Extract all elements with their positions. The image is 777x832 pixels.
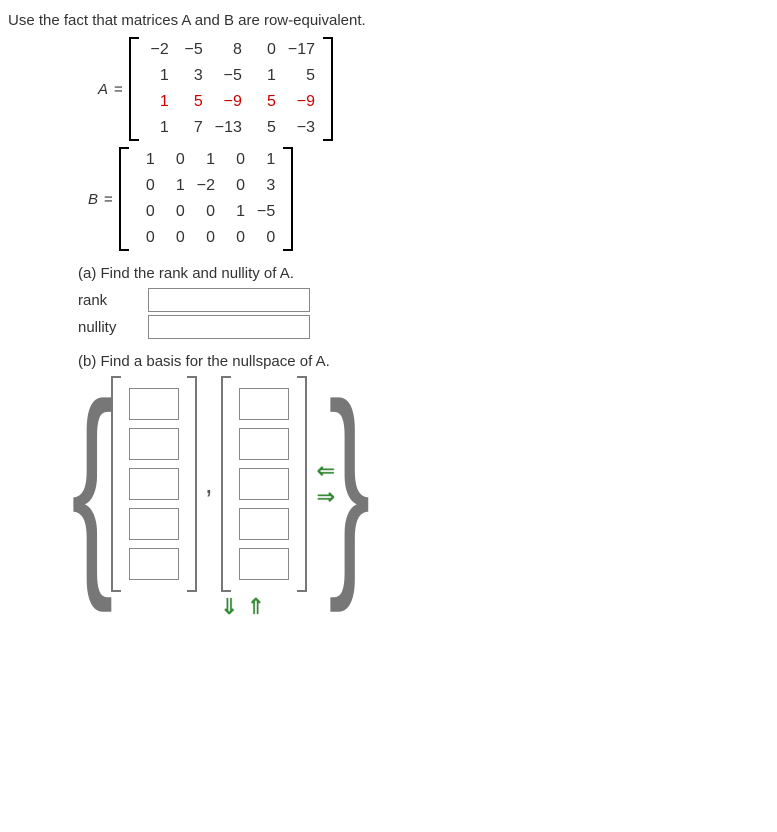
vector-entry-input[interactable] xyxy=(239,468,289,500)
matrix-cell: 0 xyxy=(131,199,161,225)
matrix-cell: 0 xyxy=(131,173,161,199)
vector-entry-input[interactable] xyxy=(129,468,179,500)
basis-vector-1 xyxy=(111,376,197,592)
curly-left-icon: { xyxy=(71,381,113,588)
matrix-cell: −9 xyxy=(282,89,321,115)
curly-right-icon: } xyxy=(328,381,370,588)
matrix-cell: 0 xyxy=(161,147,191,173)
matrix-cell: 0 xyxy=(251,225,281,251)
matrix-cell: 0 xyxy=(221,225,251,251)
equals-sign: = xyxy=(104,191,113,208)
matrix-cell: 0 xyxy=(221,147,251,173)
matrix-cell: −2 xyxy=(191,173,221,199)
matrix-cell: −13 xyxy=(209,115,248,141)
matrix-cell: 0 xyxy=(248,37,282,63)
matrix-cell: 1 xyxy=(191,147,221,173)
matrix-cell: 0 xyxy=(131,225,161,251)
matrix-a-block: A = −2−580−1713−51515−95−917−135−3 xyxy=(98,37,765,141)
vector-comma: , xyxy=(205,468,213,500)
matrix-cell: 5 xyxy=(248,115,282,141)
matrix-cell: 0 xyxy=(191,225,221,251)
matrix-cell: 0 xyxy=(161,225,191,251)
basis-vector-2 xyxy=(221,376,307,592)
matrix-cell: −3 xyxy=(282,115,321,141)
row-arrows: ⇓ ⇑ xyxy=(218,596,765,618)
nullity-input[interactable] xyxy=(148,315,310,339)
vector-entry-input[interactable] xyxy=(239,428,289,460)
matrix-cell: −9 xyxy=(209,89,248,115)
vector-entry-input[interactable] xyxy=(129,428,179,460)
matrix-b-name: B xyxy=(88,191,100,208)
matrix-cell: 5 xyxy=(282,63,321,89)
nullity-label: nullity xyxy=(78,319,148,336)
matrix-cell: 3 xyxy=(175,63,209,89)
add-row-arrow-icon[interactable]: ⇓ xyxy=(220,596,238,618)
matrix-cell: 1 xyxy=(131,147,161,173)
vector-entry-input[interactable] xyxy=(129,548,179,580)
rank-input[interactable] xyxy=(148,288,310,312)
matrix-a-name: A xyxy=(98,81,110,98)
matrix-cell: 1 xyxy=(141,63,175,89)
rank-row: rank xyxy=(78,288,765,312)
matrix-cell: 1 xyxy=(221,199,251,225)
matrix-a: −2−580−1713−51515−95−917−135−3 xyxy=(129,37,333,141)
matrix-b-block: B = 1010101−2030001−500000 xyxy=(88,147,765,251)
nullity-row: nullity xyxy=(78,315,765,339)
part-b-text: (b) Find a basis for the nullspace of A. xyxy=(78,353,765,370)
remove-row-arrow-icon[interactable]: ⇑ xyxy=(247,596,265,618)
rank-label: rank xyxy=(78,292,148,309)
matrix-cell: −5 xyxy=(175,37,209,63)
matrix-cell: 5 xyxy=(248,89,282,115)
part-a-text: (a) Find the rank and nullity of A. xyxy=(78,265,765,282)
vector-entry-input[interactable] xyxy=(239,508,289,540)
matrix-cell: 1 xyxy=(248,63,282,89)
matrix-b: 1010101−2030001−500000 xyxy=(119,147,294,251)
vector-entry-input[interactable] xyxy=(129,508,179,540)
equals-sign: = xyxy=(114,81,123,98)
matrix-cell: −17 xyxy=(282,37,321,63)
matrix-cell: 1 xyxy=(141,89,175,115)
matrix-cell: 3 xyxy=(251,173,281,199)
matrix-cell: 0 xyxy=(221,173,251,199)
matrix-cell: 1 xyxy=(141,115,175,141)
matrix-cell: −2 xyxy=(141,37,175,63)
matrix-cell: 0 xyxy=(191,199,221,225)
matrix-cell: −5 xyxy=(251,199,281,225)
matrix-cell: 5 xyxy=(175,89,209,115)
prompt-text: Use the fact that matrices A and B are r… xyxy=(8,12,765,29)
vector-entry-input[interactable] xyxy=(239,548,289,580)
matrix-cell: 1 xyxy=(251,147,281,173)
matrix-cell: −5 xyxy=(209,63,248,89)
basis-set: { , ⇐ ⇒ } xyxy=(78,376,765,592)
vector-entry-input[interactable] xyxy=(129,388,179,420)
matrix-cell: 7 xyxy=(175,115,209,141)
matrix-cell: 0 xyxy=(161,199,191,225)
vector-entry-input[interactable] xyxy=(239,388,289,420)
matrix-cell: 8 xyxy=(209,37,248,63)
matrix-cell: 1 xyxy=(161,173,191,199)
